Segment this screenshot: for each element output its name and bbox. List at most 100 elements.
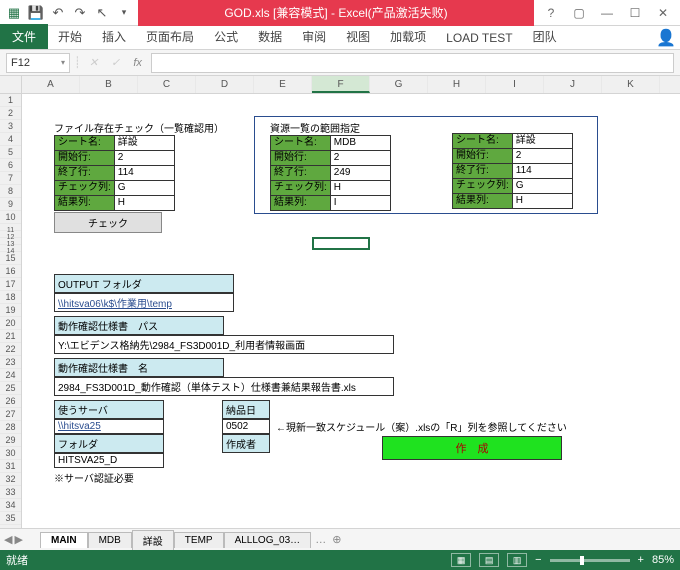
row-header[interactable]: 33 [0, 486, 21, 499]
row-header[interactable]: 20 [0, 317, 21, 330]
row-header[interactable]: 23 [0, 356, 21, 369]
row-header[interactable]: 4 [0, 133, 21, 146]
user-icon[interactable]: 👤 [652, 27, 680, 49]
row-header[interactable]: 16 [0, 265, 21, 278]
date-label: 納品日 [222, 400, 270, 419]
add-sheet-icon[interactable]: ⊕ [326, 531, 347, 548]
row-header[interactable]: 17 [0, 278, 21, 291]
ribbon-options-icon[interactable]: ▢ [566, 3, 592, 23]
row-header[interactable]: 13 [0, 238, 21, 245]
undo-icon[interactable]: ↶ [48, 3, 68, 23]
col-header[interactable]: I [486, 76, 544, 93]
ribbon-tab[interactable]: 团队 [523, 24, 567, 49]
ribbon-tab[interactable]: 视图 [336, 24, 380, 49]
col-header[interactable]: C [138, 76, 196, 93]
col-header[interactable]: H [428, 76, 486, 93]
ribbon-tab[interactable]: LOAD TEST [436, 27, 522, 49]
row-header[interactable]: 5 [0, 146, 21, 159]
qat-more-icon[interactable]: ▾ [114, 3, 134, 23]
row-header[interactable]: 19 [0, 304, 21, 317]
cancel-icon[interactable]: ✕ [85, 54, 103, 72]
row-header[interactable]: 34 [0, 499, 21, 512]
row-header[interactable]: 26 [0, 395, 21, 408]
ribbon-tab[interactable]: 数据 [248, 24, 292, 49]
select-all-corner[interactable] [0, 76, 22, 93]
row-header[interactable]: 9 [0, 198, 21, 211]
create-button[interactable]: 作 成 [382, 436, 562, 460]
col-header[interactable]: E [254, 76, 312, 93]
server-host[interactable]: \\hitsva25 [54, 419, 164, 434]
row-header[interactable]: 11 [0, 224, 21, 231]
row-header[interactable]: 3 [0, 120, 21, 133]
redo-icon[interactable]: ↷ [70, 3, 90, 23]
row-header[interactable]: 7 [0, 172, 21, 185]
sheet-next-icon[interactable]: ▶ [14, 533, 22, 546]
output-path[interactable]: \\hitsva06\k$\作業用\temp [54, 293, 234, 312]
save-icon[interactable]: 💾 [26, 3, 46, 23]
table-label: チェック列: [55, 181, 115, 196]
row-header[interactable]: 21 [0, 330, 21, 343]
sheet-tab[interactable]: 詳設 [132, 530, 174, 550]
chevron-down-icon[interactable]: ▾ [61, 58, 65, 67]
row-header[interactable]: 32 [0, 473, 21, 486]
file-tab[interactable]: 文件 [0, 24, 48, 49]
row-header[interactable]: 28 [0, 421, 21, 434]
ribbon-tab[interactable]: 公式 [204, 24, 248, 49]
sheet-prev-icon[interactable]: ◀ [4, 533, 12, 546]
formula-input[interactable] [151, 53, 674, 73]
row-header[interactable]: 14 [0, 245, 21, 252]
row-header[interactable]: 10 [0, 211, 21, 224]
close-icon[interactable]: ✕ [650, 3, 676, 23]
row-header[interactable]: 31 [0, 460, 21, 473]
ribbon-tab[interactable]: 加载项 [380, 24, 436, 49]
col-header[interactable]: G [370, 76, 428, 93]
row-header[interactable]: 25 [0, 382, 21, 395]
ribbon-tab[interactable]: 审阅 [292, 24, 336, 49]
enter-icon[interactable]: ✓ [107, 54, 125, 72]
sheet-tab[interactable]: ALLLOG_03… [224, 532, 312, 548]
zoom-value[interactable]: 85% [652, 554, 674, 566]
sheet-tab[interactable]: MAIN [40, 532, 88, 548]
row-header[interactable]: 6 [0, 159, 21, 172]
col-header[interactable]: D [196, 76, 254, 93]
sheet-tab-bar: ◀ ▶ MAIN MDB 詳設 TEMP ALLLOG_03… … ⊕ [0, 528, 680, 550]
check-button[interactable]: チェック [54, 212, 162, 233]
row-header[interactable]: 8 [0, 185, 21, 198]
zoom-slider[interactable] [550, 559, 630, 562]
row-header[interactable]: 2 [0, 107, 21, 120]
row-header[interactable]: 15 [0, 252, 21, 265]
maximize-icon[interactable]: ☐ [622, 3, 648, 23]
col-header[interactable]: F [312, 76, 370, 93]
zoom-in-icon[interactable]: + [638, 554, 644, 566]
fx-icon[interactable]: fx [129, 54, 147, 72]
row-header[interactable]: 27 [0, 408, 21, 421]
sheet-content[interactable]: ファイル存在チェック（一覧確認用） シート名:詳設開始行:2終了行:114チェッ… [22, 94, 680, 540]
name-box[interactable]: F12▾ [6, 53, 70, 73]
zoom-out-icon[interactable]: − [535, 554, 541, 566]
normal-view-icon[interactable]: ▦ [451, 553, 471, 567]
ribbon-tab[interactable]: 开始 [48, 24, 92, 49]
page-layout-view-icon[interactable]: ▤ [479, 553, 499, 567]
row-header[interactable]: 35 [0, 512, 21, 525]
row-header[interactable]: 29 [0, 434, 21, 447]
spreadsheet-grid[interactable]: A B C D E F G H I J K 123456789101112131… [0, 76, 680, 540]
help-icon[interactable]: ? [538, 3, 564, 23]
page-break-view-icon[interactable]: ▥ [507, 553, 527, 567]
row-header[interactable]: 22 [0, 343, 21, 356]
row-header[interactable]: 12 [0, 231, 21, 238]
sheet-tab[interactable]: MDB [88, 532, 132, 548]
row-header[interactable]: 18 [0, 291, 21, 304]
row-header[interactable]: 1 [0, 94, 21, 107]
ribbon-tab[interactable]: 插入 [92, 24, 136, 49]
col-header[interactable]: J [544, 76, 602, 93]
row-header[interactable]: 24 [0, 369, 21, 382]
col-header[interactable]: K [602, 76, 660, 93]
minimize-icon[interactable]: — [594, 3, 620, 23]
col-header[interactable]: B [80, 76, 138, 93]
sheet-tab[interactable]: TEMP [174, 532, 224, 548]
col-header[interactable]: A [22, 76, 80, 93]
row-header[interactable]: 30 [0, 447, 21, 460]
sheet-more-icon[interactable]: … [315, 534, 326, 546]
ribbon-tab[interactable]: 页面布局 [136, 24, 204, 49]
pointer-icon[interactable]: ↖ [92, 3, 112, 23]
